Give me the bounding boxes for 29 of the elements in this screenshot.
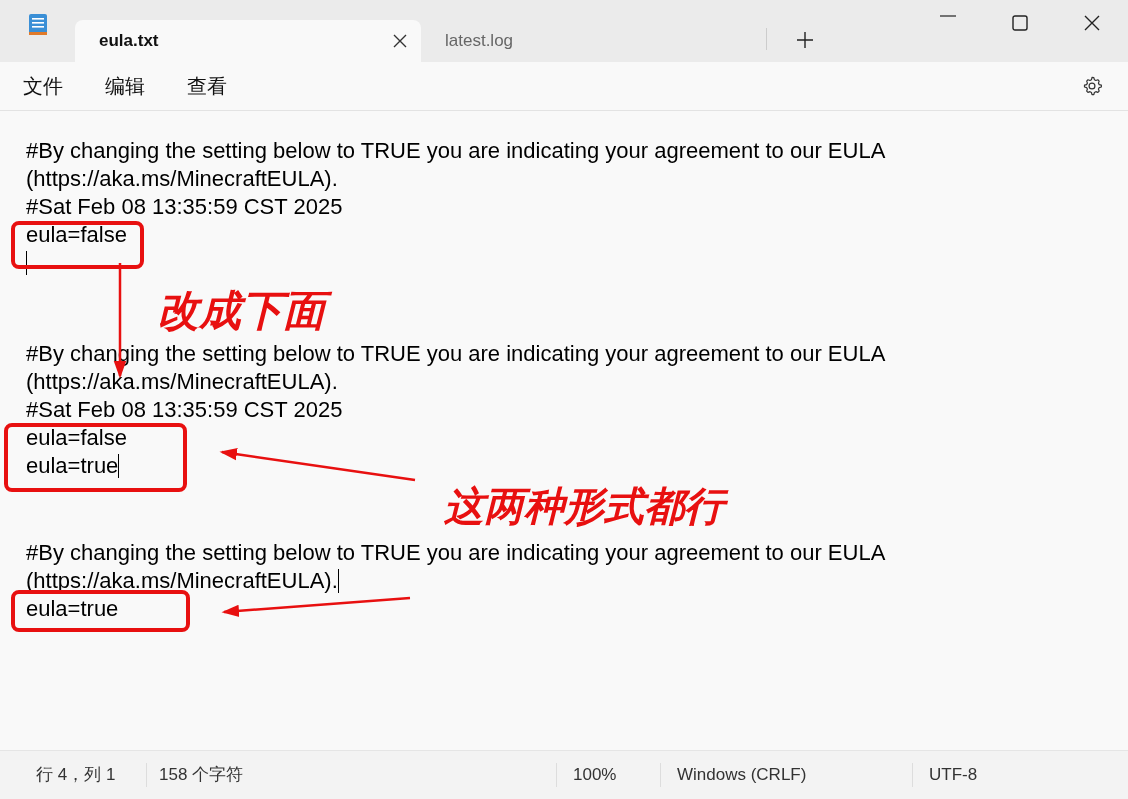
zoom-level: 100%: [556, 763, 660, 787]
text-line: eula=false: [26, 221, 127, 249]
menu-item[interactable]: 查看: [187, 72, 227, 100]
text-line: (https://aka.ms/MinecraftEULA).: [26, 368, 338, 396]
text-line: #Sat Feb 08 13:35:59 CST 2025: [26, 193, 343, 221]
annotation-text: 改成下面: [155, 283, 333, 340]
tab[interactable]: eula.txt: [75, 20, 421, 62]
text-line: #By changing the setting below to TRUE you are indicating your agreement to our EULA: [26, 539, 886, 567]
text-line: (https://aka.ms/MinecraftEULA).: [26, 567, 338, 595]
character-count: 158 个字符: [146, 763, 556, 787]
text-line: eula=false: [26, 424, 127, 452]
menu-item[interactable]: 编辑: [105, 72, 145, 100]
notepad-icon: [28, 12, 48, 36]
line-ending: Windows (CRLF): [660, 763, 912, 787]
menu-item[interactable]: 文件: [23, 72, 63, 100]
close-icon[interactable]: [393, 34, 407, 48]
tab[interactable]: latest.log: [421, 20, 766, 62]
cursor-position: 行 4，列 1: [36, 764, 117, 786]
text-line: eula=true: [26, 595, 119, 623]
text-line: #By changing the setting below to TRUE you are indicating your agreement to our EULA: [26, 137, 886, 165]
text-line: (https://aka.ms/MinecraftEULA).: [26, 165, 338, 193]
close-icon[interactable]: [1084, 15, 1100, 31]
text-line: #Sat Feb 08 13:35:59 CST 2025: [26, 396, 343, 424]
maximize-icon[interactable]: [1012, 15, 1028, 31]
encoding: UTF-8: [912, 763, 978, 787]
settings-icon[interactable]: [1081, 75, 1103, 97]
annotation-text: 这两种形式都行: [442, 479, 732, 533]
plus-icon[interactable]: [797, 32, 813, 48]
text-line: eula=true: [26, 452, 119, 480]
